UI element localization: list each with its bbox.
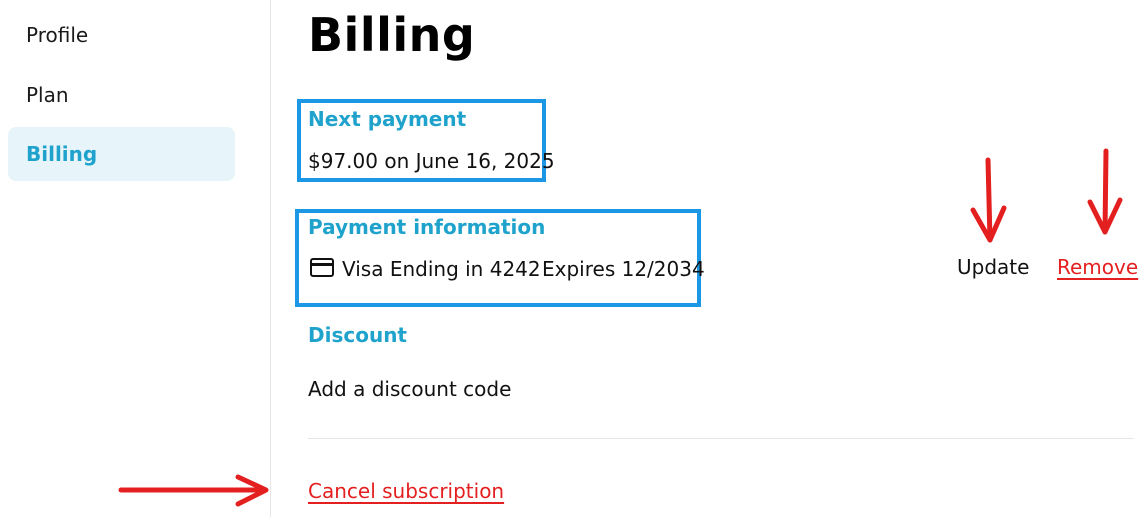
arrow-down-icon-update — [970, 157, 1007, 243]
annotation-arrows — [118, 148, 1123, 507]
arrow-right-icon-cancel — [118, 474, 269, 507]
arrow-down-icon-remove — [1087, 148, 1123, 235]
